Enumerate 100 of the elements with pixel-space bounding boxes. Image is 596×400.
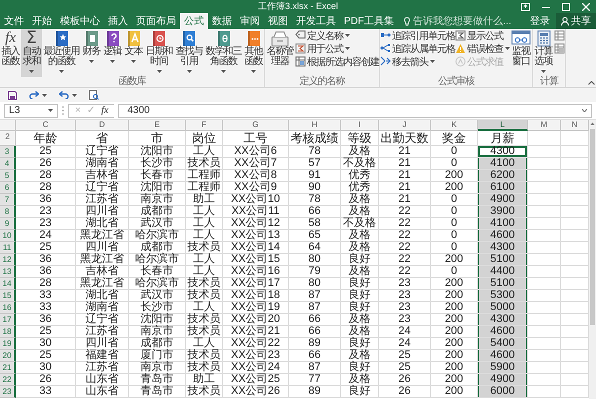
ribbon-button[interactable]: 数学和三角函数 (204, 29, 243, 77)
table-cell: 长春市 (129, 170, 186, 182)
row-header[interactable]: 20 (0, 350, 16, 362)
ribbon-button[interactable]: 追踪引用单元格 (380, 29, 455, 42)
row-header[interactable]: 16 (0, 302, 16, 314)
row-header[interactable]: 12 (0, 254, 16, 266)
table-cell: 22 (379, 266, 431, 278)
row-header[interactable]: 14 (0, 278, 16, 290)
table-cell: 工人 (186, 146, 223, 158)
ribbon-button[interactable]: 监视窗口 (510, 29, 532, 77)
save-icon[interactable] (8, 90, 17, 100)
ribbon-button[interactable]: 移去箭头 (380, 55, 455, 68)
ribbon-button[interactable]: 财务 (81, 29, 102, 77)
ribbon-button[interactable]: 名称管理器 (265, 29, 295, 77)
ribbon-button[interactable]: 显示公式 (455, 29, 510, 42)
ribbon-button[interactable]: 用于公式 (295, 42, 379, 55)
vertical-scrollbar[interactable] (589, 120, 596, 399)
row-header[interactable]: 6 (0, 182, 16, 194)
ribbon-button[interactable]: Σ 自动求和 (21, 29, 42, 77)
row-header[interactable]: 23 (0, 386, 16, 398)
undo-icon[interactable] (59, 91, 69, 99)
column-header[interactable]: K (431, 120, 478, 131)
name-box[interactable]: L3 (9, 104, 20, 116)
ribbon-button[interactable]: 最近使用的函数 (42, 29, 81, 77)
sign-in-link[interactable]: 登录 (524, 13, 556, 29)
close-icon[interactable] (582, 2, 590, 10)
table-cell: 黑龙江省 (76, 278, 129, 290)
column-header[interactable]: M (528, 120, 561, 131)
ribbon-display-icon[interactable] (521, 2, 530, 10)
ribbon-tab[interactable]: 页面布局 (132, 13, 180, 29)
row-header[interactable]: 13 (0, 266, 16, 278)
icon-button[interactable] (554, 29, 565, 42)
table-cell: 78 (289, 194, 341, 206)
ribbon-tab[interactable]: PDF工具集 (340, 13, 398, 29)
row-header[interactable]: 11 (0, 242, 16, 254)
row-header[interactable]: 19 (0, 338, 16, 350)
column-header[interactable]: D (76, 120, 129, 131)
table-cell: 5900 (478, 362, 528, 374)
collapse-ribbon-icon[interactable] (588, 81, 595, 85)
column-header[interactable]: H (289, 120, 341, 131)
share-button[interactable]: 共享 (556, 13, 596, 29)
row-header[interactable]: 9 (0, 218, 16, 230)
row-header[interactable]: 18 (0, 326, 16, 338)
ribbon-tab[interactable]: 数据 (208, 13, 236, 29)
table-cell: 80 (289, 278, 341, 290)
row-header[interactable]: 21 (0, 362, 16, 374)
table-cell: 成都市 (129, 206, 186, 218)
row-header[interactable]: 2 (0, 131, 16, 146)
ribbon-button[interactable]: 根据所选内容创建 (295, 55, 379, 68)
column-header[interactable]: I (341, 120, 379, 131)
ribbon-tab[interactable]: 开始 (28, 13, 56, 29)
column-header[interactable]: E (129, 120, 186, 131)
redo-icon[interactable] (29, 91, 39, 99)
row-header[interactable]: 10 (0, 230, 16, 242)
ribbon-button[interactable]: 错误检查 (455, 42, 510, 55)
row-header[interactable]: 5 (0, 170, 16, 182)
ribbon-button[interactable]: 计算选项 (533, 29, 554, 77)
ribbon-button[interactable]: 日期和时间 (144, 29, 174, 77)
maximize-icon[interactable] (562, 2, 570, 10)
ribbon-button[interactable]: 定义名称 (295, 29, 379, 42)
ribbon-tab[interactable]: 视图 (264, 13, 292, 29)
tell-me-field[interactable]: 告诉我您想要做什么... (413, 16, 523, 26)
table-cell: 工人 (186, 206, 223, 218)
row-header[interactable]: 22 (0, 374, 16, 386)
ribbon-tab[interactable]: 文件 (0, 13, 28, 29)
ribbon-button[interactable]: fx 插入函数 (0, 29, 21, 77)
column-header[interactable]: C (16, 120, 76, 131)
column-header[interactable]: G (223, 120, 289, 131)
column-header[interactable]: F (186, 120, 223, 131)
ribbon-button[interactable]: 逻辑 (102, 29, 123, 77)
ribbon-tab[interactable]: 审阅 (236, 13, 264, 29)
row-header[interactable]: 8 (0, 206, 16, 218)
ribbon-button[interactable]: 其他函数 (243, 29, 264, 77)
row-header[interactable]: 17 (0, 314, 16, 326)
ribbon-tab[interactable]: 插入 (104, 13, 132, 29)
print-preview-icon[interactable] (89, 90, 99, 100)
ribbon-button[interactable]: 查找与引用 (174, 29, 204, 77)
group-label: 计算 (539, 77, 560, 87)
table-cell: 22 (379, 230, 431, 242)
table-cell: 33 (16, 386, 76, 398)
row-header[interactable]: 7 (0, 194, 16, 206)
row-header[interactable]: 4 (0, 158, 16, 170)
icon-button[interactable] (554, 42, 565, 55)
ribbon-tab[interactable]: 公式 (180, 13, 208, 29)
table-cell: 湖南省 (76, 158, 129, 170)
table-cell: 山东省 (76, 374, 129, 386)
ribbon-tab[interactable]: 开发工具 (292, 13, 340, 29)
column-header[interactable]: J (379, 120, 431, 131)
ribbon-button[interactable]: 追踪从属单元格 (380, 42, 455, 55)
insert-function-button[interactable]: fx (101, 105, 108, 116)
ribbon-tab[interactable]: 模板中心 (56, 13, 104, 29)
row-header[interactable]: 15 (0, 290, 16, 302)
table-cell: 长春市 (129, 266, 186, 278)
column-header[interactable]: N (561, 120, 589, 131)
table-cell: 4600 (478, 326, 528, 338)
row-header[interactable]: 3 (0, 146, 16, 158)
table-cell: 哈尔滨市 (129, 230, 186, 242)
column-header[interactable]: L (478, 120, 528, 131)
ribbon-button[interactable]: 文本 (123, 29, 144, 77)
sheet-icon (554, 43, 565, 54)
